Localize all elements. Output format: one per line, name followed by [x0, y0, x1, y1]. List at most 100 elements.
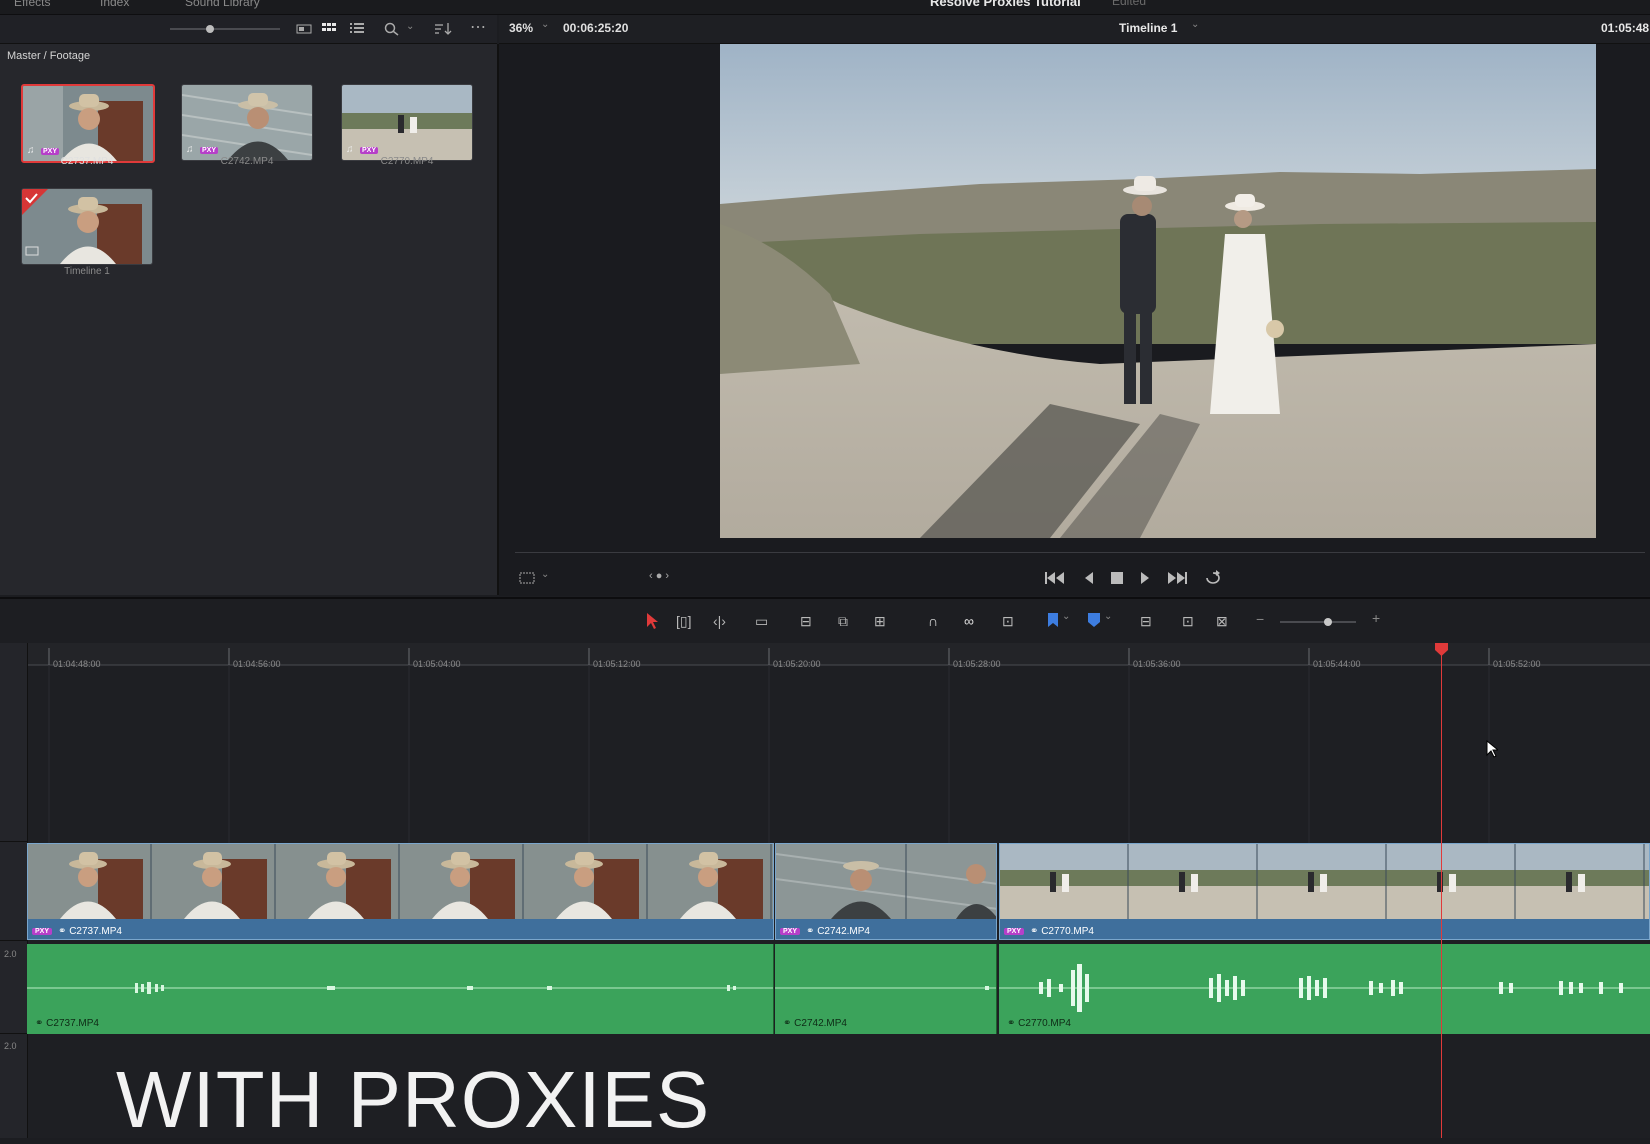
clip-label: PXY ⚭ C2770.MP4 — [1004, 926, 1094, 937]
clip-filmstrip — [776, 844, 996, 919]
stop-icon[interactable] — [1111, 572, 1123, 584]
link-icon: ⚭ — [806, 926, 818, 937]
ruler-timecode: 01:04:48:00 — [53, 659, 101, 669]
timeline-chevron-icon[interactable]: ⌄ — [1191, 19, 1199, 30]
top-bar: Effects Index Sound Library Resolve Prox… — [0, 0, 1650, 15]
video-clip-c2770[interactable]: PXY ⚭ C2770.MP4 — [999, 843, 1650, 940]
audio-clip-c2770[interactable]: ⚭ C2770.MP4 — [999, 944, 1650, 1034]
clip-name: ⚭ C2737.MP4 — [35, 1018, 99, 1029]
zoom-chevron-icon[interactable]: ⌄ — [541, 19, 549, 30]
marker-icon[interactable] — [1088, 613, 1100, 627]
zoom-level[interactable]: 36% — [509, 21, 533, 35]
media-clip-c2737[interactable]: ♫ PXY — [21, 84, 155, 163]
trim-tool-icon[interactable]: [▯] — [676, 613, 691, 630]
clip-name: C2737.MP4 — [69, 926, 122, 937]
ruler-timecode: 01:05:52:00 — [1493, 659, 1541, 669]
loop-icon[interactable] — [1203, 570, 1223, 586]
proxy-badge: PXY — [360, 147, 379, 154]
list-view-icon[interactable] — [350, 23, 364, 35]
ruler-timecode: 01:05:36:00 — [1133, 659, 1181, 669]
link-icon: ⚭ — [783, 1018, 795, 1029]
link-icon: ⚭ — [58, 926, 70, 937]
viewer-frame[interactable] — [720, 44, 1596, 538]
media-timeline-1[interactable] — [21, 188, 153, 265]
view-options-chevron-icon[interactable]: ⌄ — [541, 569, 549, 580]
clip-name: C2770.MP4 — [1041, 926, 1094, 937]
clip-label: PXY ⚭ C2737.MP4 — [32, 926, 122, 937]
media-clip-c2770[interactable]: ♫ PXY — [341, 84, 473, 161]
video-clip-c2737[interactable]: PXY ⚭ C2737.MP4 — [27, 843, 774, 940]
clip-name: C2742.MP4 — [817, 926, 870, 937]
scrub-bar[interactable] — [515, 552, 1645, 553]
go-to-start-icon[interactable] — [1045, 572, 1065, 584]
media-pool: Master / Footage ♫ PXY C2737.MP4 ♫ PXY C… — [0, 44, 499, 595]
video-clip-c2742[interactable]: PXY ⚭ C2742.MP4 — [775, 843, 997, 940]
dynamic-trim-icon[interactable]: ‹|› — [713, 613, 726, 629]
insert-clip-icon[interactable]: ⊟ — [800, 613, 812, 630]
timeline-zoom-slider[interactable] — [1280, 618, 1356, 626]
flag-chevron-icon[interactable]: ⌄ — [1062, 611, 1070, 622]
more-options-icon[interactable]: ⋯ — [470, 17, 487, 37]
marker-chevron-icon[interactable]: ⌄ — [1104, 611, 1112, 622]
link-icon: ⚭ — [1007, 1018, 1019, 1029]
flag-icon[interactable] — [1048, 613, 1058, 627]
ruler-timecode: 01:05:20:00 — [773, 659, 821, 669]
jog-control-icon[interactable]: ‹ ● › — [649, 570, 669, 582]
overwrite-clip-icon[interactable]: ⧉ — [838, 613, 848, 630]
tab-index[interactable]: Index — [100, 0, 129, 9]
video-frame-image — [720, 44, 1596, 538]
viewer-toolbar: 36% ⌄ 00:06:25:20 Timeline 1 ⌄ 01:05:48 — [499, 15, 1650, 44]
view-options-icon[interactable] — [519, 572, 535, 584]
link-icon: ⚭ — [1030, 926, 1042, 937]
metadata-view-icon[interactable] — [296, 23, 312, 35]
media-clip-c2742[interactable]: ♫ PXY — [181, 84, 313, 161]
source-timecode: 00:06:25:20 — [563, 21, 629, 35]
zoom-slider-handle[interactable] — [1324, 618, 1332, 626]
slider-handle[interactable] — [206, 25, 214, 33]
zoom-detail-icon[interactable]: ⊡ — [1182, 613, 1194, 630]
breadcrumb[interactable]: Master / Footage — [7, 50, 90, 62]
position-lock-icon[interactable]: ⊡ — [1002, 613, 1014, 630]
overlay-caption: WITH PROXIES — [116, 1055, 711, 1144]
clip-filmstrip — [28, 844, 773, 919]
clip-name: Timeline 1 — [64, 266, 110, 277]
search-icon[interactable] — [384, 22, 400, 36]
selection-tool-icon[interactable] — [646, 613, 658, 629]
zoom-full-icon[interactable]: ⊟ — [1140, 613, 1152, 630]
thumbnail-view-icon[interactable] — [322, 23, 336, 35]
audio-icon: ♫ — [186, 144, 194, 155]
zoom-in-icon[interactable]: + — [1372, 610, 1380, 626]
audio-clip-c2742[interactable]: ⚭ C2742.MP4 — [775, 944, 997, 1034]
linked-selection-icon[interactable]: ∞ — [964, 613, 974, 629]
audio-clip-c2737[interactable]: ⚭ C2737.MP4 — [27, 944, 774, 1034]
zoom-custom-icon[interactable]: ⊠ — [1216, 613, 1228, 630]
audio-icon: ♫ — [27, 145, 35, 156]
playhead-handle-icon[interactable] — [1435, 643, 1448, 657]
go-to-end-icon[interactable] — [1167, 572, 1187, 584]
clip-name: C2737.MP4 — [60, 156, 114, 167]
proxy-badge: PXY — [200, 147, 219, 154]
play-reverse-icon[interactable] — [1083, 572, 1095, 584]
snapping-icon[interactable]: ∩ — [928, 613, 938, 629]
chevron-down-icon[interactable]: ⌄ — [406, 21, 414, 32]
ruler-timecode: 01:05:44:00 — [1313, 659, 1361, 669]
zoom-out-icon[interactable]: − — [1256, 611, 1264, 627]
timeline-toolbar: [▯] ‹|› ▭ ⊟ ⧉ ⊞ ∩ ∞ ⊡ ⌄ ⌄ ⊟ ⊡ ⊠ − + — [0, 597, 1650, 645]
replace-clip-icon[interactable]: ⊞ — [874, 613, 886, 630]
audio-track-level: 2.0 — [4, 949, 17, 959]
clip-thumbnail — [22, 189, 152, 264]
sort-icon[interactable] — [434, 22, 452, 36]
tab-effects[interactable]: Effects — [14, 0, 50, 9]
blade-tool-icon[interactable]: ▭ — [755, 613, 768, 630]
thumbnail-size-slider[interactable] — [170, 25, 280, 33]
ruler-timecode: 01:05:04:00 — [413, 659, 461, 669]
project-title: Resolve Proxies Tutorial — [930, 0, 1081, 9]
timeline-selector[interactable]: Timeline 1 — [1119, 21, 1177, 35]
link-icon: ⚭ — [35, 1018, 47, 1029]
audio-icon: ♫ — [346, 144, 354, 155]
proxy-badge: PXY — [41, 148, 60, 155]
audio-track-level: 2.0 — [4, 1041, 17, 1051]
tab-sound-library[interactable]: Sound Library — [185, 0, 260, 9]
playhead[interactable] — [1441, 651, 1442, 1138]
play-icon[interactable] — [1139, 572, 1151, 584]
